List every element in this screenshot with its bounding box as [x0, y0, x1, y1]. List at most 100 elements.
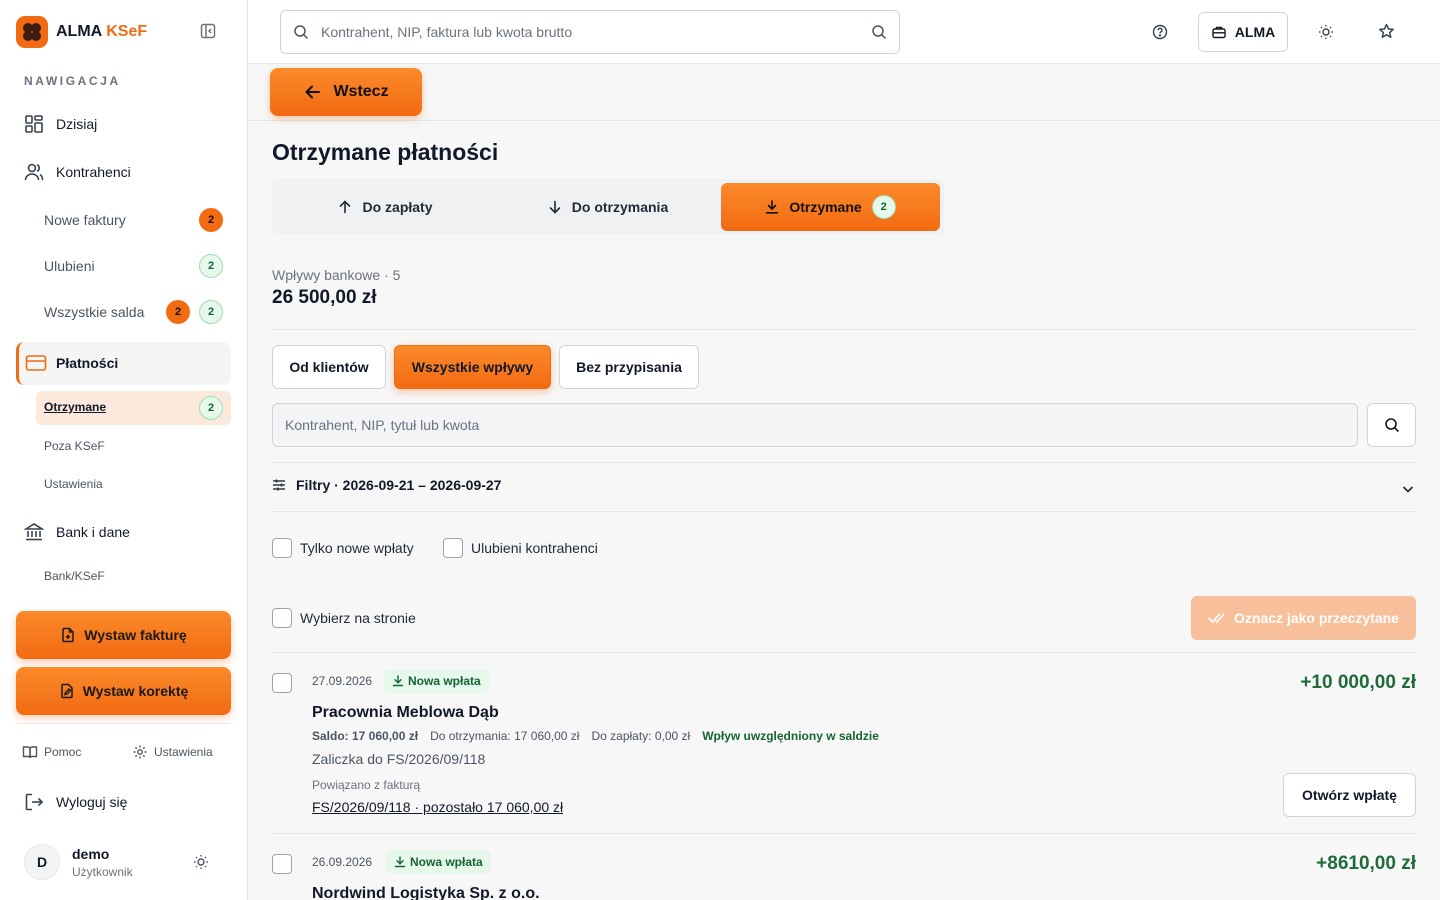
- sidebar-item-settings[interactable]: Ustawienia: [44, 477, 103, 491]
- company-switcher-button[interactable]: ALMA: [1198, 12, 1288, 52]
- logout-icon: [24, 792, 44, 812]
- arrow-down-icon: [548, 200, 562, 214]
- sidebar-item-label: Płatności: [56, 355, 119, 371]
- row-checkbox[interactable]: [272, 854, 292, 874]
- checkbox-label: Ulubieni kontrahenci: [471, 540, 598, 556]
- tab-label: Otrzymane: [789, 199, 862, 215]
- tab-to-receive[interactable]: Do otrzymania: [499, 183, 717, 231]
- download-icon: [394, 856, 406, 868]
- help-label: Pomoc: [44, 745, 82, 759]
- mark-as-read-button[interactable]: Oznacz jako przeczytane: [1191, 596, 1416, 640]
- checkbox-box[interactable]: [443, 538, 463, 558]
- favorites-badge: 2: [199, 254, 223, 278]
- only-new-checkbox[interactable]: Tylko nowe wpłaty: [272, 538, 414, 558]
- sidebar-item-label: Kontrahenci: [56, 164, 131, 180]
- sidebar-item-bank[interactable]: Bank i dane: [16, 512, 130, 552]
- select-page-checkbox[interactable]: Wybierz na stronie: [272, 608, 416, 628]
- checkbox-box[interactable]: [272, 538, 292, 558]
- sun-icon[interactable]: [193, 854, 209, 870]
- file-plus-icon: [60, 627, 76, 643]
- contractor-name[interactable]: Pracownia Meblowa Dąb: [312, 704, 499, 722]
- linked-invoice-link[interactable]: FS/2026/09/118 · pozostało 17 060,00 zł: [312, 799, 563, 815]
- logout-button[interactable]: Wyloguj się: [16, 782, 127, 822]
- search-button[interactable]: [1367, 403, 1416, 447]
- tab-label: Do otrzymania: [571, 199, 669, 215]
- sidebar-item-label: Bank i dane: [56, 524, 130, 540]
- tab-received[interactable]: Otrzymane 2: [721, 183, 940, 231]
- filter-unassigned-button[interactable]: Bez przypisania: [559, 345, 699, 389]
- checkbox-label: Tylko nowe wpłaty: [300, 540, 414, 556]
- status-label: Nowa wpłata: [408, 674, 481, 688]
- back-label: Wstecz: [333, 83, 389, 100]
- sidebar-item-new-invoices[interactable]: Nowe faktury: [44, 212, 126, 228]
- sidebar-item-bank-ksef[interactable]: Bank/KSeF: [44, 569, 105, 583]
- balances-badge: 2: [199, 300, 223, 324]
- sun-icon[interactable]: [1318, 24, 1334, 40]
- global-search-input[interactable]: Kontrahent, NIP, faktura lub kwota brutt…: [280, 10, 900, 54]
- filters-toggle[interactable]: Filtry · 2026-09-21 – 2026-09-27: [272, 477, 501, 493]
- sidebar-item-contractors[interactable]: Kontrahenci: [16, 152, 131, 192]
- filter-from-clients-button[interactable]: Od klientów: [272, 345, 386, 389]
- star-icon[interactable]: [1378, 23, 1395, 40]
- topbar: Kontrahent, NIP, faktura lub kwota brutt…: [248, 0, 1440, 64]
- summary-label: Wpływy bankowe · 5: [272, 267, 401, 283]
- checkbox-box[interactable]: [272, 608, 292, 628]
- summary-total: 26 500,00 zł: [272, 287, 377, 308]
- button-label: Oznacz jako przeczytane: [1234, 610, 1399, 626]
- back-button[interactable]: Wstecz: [270, 68, 422, 116]
- sidebar-item-outside-ksef[interactable]: Poza KSeF: [44, 439, 105, 453]
- contractor-name[interactable]: Nordwind Logistyka Sp. z o.o.: [312, 885, 540, 900]
- page-title: Otrzymane płatności: [272, 139, 499, 165]
- briefcase-icon: [1211, 24, 1227, 40]
- issue-invoice-button[interactable]: Wystaw fakturę: [16, 611, 231, 659]
- double-check-icon: [1208, 611, 1226, 625]
- search-placeholder: Kontrahent, NIP, faktura lub kwota brutt…: [321, 24, 573, 40]
- arrow-left-icon: [303, 82, 323, 102]
- to-receive: Do otrzymania: 17 060,00 zł: [430, 729, 580, 743]
- users-icon: [24, 162, 44, 182]
- payment-amount: +8610,00 zł: [1316, 853, 1416, 874]
- divider: [272, 652, 1416, 653]
- issue-correction-button[interactable]: Wystaw korektę: [16, 667, 231, 715]
- brand[interactable]: ALMA KSeF: [16, 16, 147, 48]
- bank-icon: [24, 522, 44, 542]
- sidebar-item-payments[interactable]: Płatności: [16, 342, 231, 385]
- chevron-down-icon[interactable]: [1400, 481, 1416, 497]
- included-note: Wpływ uwzględniony w saldzie: [702, 729, 879, 743]
- status-badge: Nowa wpłata: [386, 850, 491, 874]
- gear-icon: [132, 744, 148, 760]
- search-icon: [1384, 417, 1400, 433]
- dashboard-icon: [24, 114, 44, 134]
- sidebar-item-all-balances[interactable]: Wszystkie salda: [44, 304, 144, 320]
- row-checkbox[interactable]: [272, 673, 292, 693]
- payment-title: Zaliczka do FS/2026/09/118: [312, 751, 486, 767]
- divider: [272, 462, 1416, 463]
- user-role: Użytkownik: [72, 865, 133, 879]
- payment-date: 27.09.2026: [312, 674, 373, 688]
- avatar[interactable]: D: [24, 844, 60, 880]
- settings-link[interactable]: Ustawienia: [132, 744, 213, 760]
- received-badge: 2: [199, 396, 223, 420]
- tab-to-pay[interactable]: Do zapłaty: [276, 183, 495, 231]
- credit-card-icon: [25, 354, 47, 372]
- sidebar-divider: [16, 723, 231, 724]
- sidebar-item-favorites[interactable]: Ulubieni: [44, 258, 95, 274]
- favorite-contractors-checkbox[interactable]: Ulubieni kontrahenci: [443, 538, 598, 558]
- search-icon[interactable]: [871, 24, 887, 40]
- open-payment-button[interactable]: Otwórz wpłatę: [1283, 773, 1416, 817]
- sidebar: ALMA KSeF NAWIGACJA Dzisiaj Kontrahenci N…: [0, 0, 248, 900]
- help-link[interactable]: Pomoc: [22, 744, 81, 760]
- search-icon: [293, 24, 309, 40]
- filter-all-income-button[interactable]: Wszystkie wpływy: [394, 345, 551, 389]
- clover-logo-icon: [16, 16, 48, 48]
- payments-search-input[interactable]: Kontrahent, NIP, tytuł lub kwota: [272, 403, 1358, 447]
- search-placeholder: Kontrahent, NIP, tytuł lub kwota: [285, 417, 480, 433]
- collapse-sidebar-icon[interactable]: [200, 23, 216, 39]
- sidebar-item-received[interactable]: Otrzymane 2: [36, 391, 231, 425]
- linked-label: Powiązano z fakturą: [312, 778, 421, 792]
- help-circle-icon[interactable]: [1152, 24, 1168, 40]
- sidebar-item-label: Otrzymane: [44, 400, 107, 414]
- to-pay: Do zapłaty: 0,00 zł: [591, 729, 691, 743]
- sidebar-item-today[interactable]: Dzisiaj: [16, 104, 97, 144]
- payment-meta: Saldo: 17 060,00 zł Do otrzymania: 17 06…: [312, 729, 879, 743]
